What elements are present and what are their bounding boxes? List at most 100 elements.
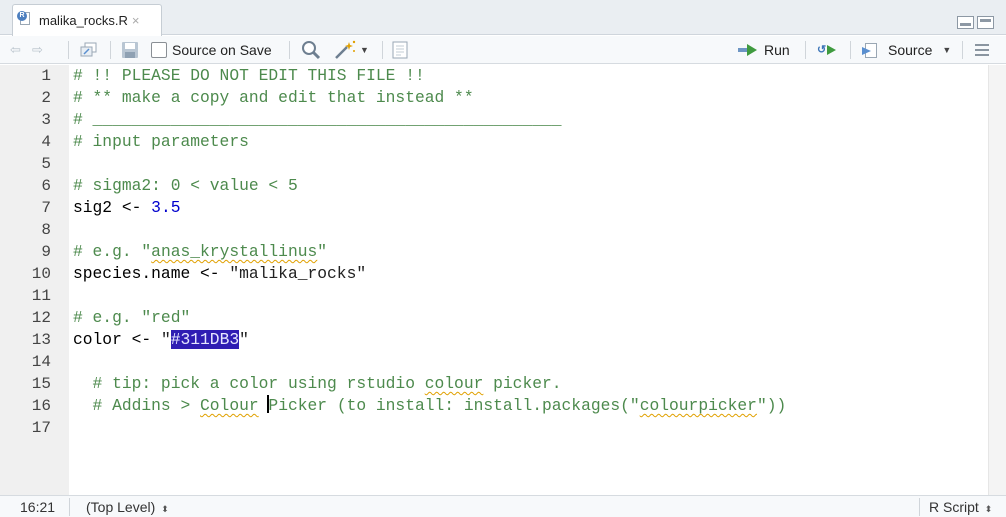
- code-token: # e.g. "red": [73, 308, 191, 327]
- code-text: species.name <- "malika_rocks": [73, 263, 366, 285]
- line-number: 11: [31, 287, 51, 305]
- code-line[interactable]: 2 # ** make a copy and edit that instead …: [0, 87, 988, 109]
- code-line[interactable]: 3 # _____________________________________…: [0, 109, 988, 131]
- code-token: # ______________________________________…: [73, 110, 562, 129]
- code-line[interactable]: 7 sig2 <- 3.5: [0, 197, 988, 219]
- minimize-pane-button[interactable]: [957, 16, 974, 29]
- source-on-save-toggle[interactable]: Source on Save: [151, 36, 272, 64]
- code-line[interactable]: 6 # sigma2: 0 < value < 5: [0, 175, 988, 197]
- run-icon: [738, 44, 760, 56]
- code-line[interactable]: 12 # e.g. "red": [0, 307, 988, 329]
- cursor-position: 16:21: [20, 499, 56, 515]
- selected-text: #311DB3: [170, 330, 240, 349]
- document-outline-button[interactable]: [975, 36, 989, 64]
- file-type-selector[interactable]: R Script ⬍: [929, 496, 992, 517]
- source-dropdown-icon[interactable]: ▼: [942, 45, 951, 55]
- forward-arrow-icon[interactable]: ⇨: [32, 36, 43, 64]
- code-token: colour: [424, 374, 484, 393]
- save-icon[interactable]: [121, 36, 139, 64]
- line-number: 16: [31, 397, 51, 415]
- line-number: 14: [31, 353, 51, 371]
- code-token: # tip: pick a color using rstudio: [73, 374, 425, 393]
- code-token: "malika_rocks": [229, 264, 367, 283]
- code-text: # tip: pick a color using rstudio colour…: [73, 373, 562, 395]
- magic-wand-icon[interactable]: ▼: [333, 36, 369, 64]
- tab-title: malika_rocks.R: [39, 13, 128, 28]
- code-text: sig2 <- 3.5: [73, 197, 180, 219]
- code-line[interactable]: 5: [0, 153, 988, 175]
- code-editor[interactable]: 1 # !! PLEASE DO NOT EDIT THIS FILE !! 2 # …: [0, 65, 1006, 495]
- code-token: # sigma2: 0 < value < 5: [73, 176, 298, 195]
- code-text: # e.g. "anas_krystallinus": [73, 241, 327, 263]
- line-number: 1: [41, 67, 51, 85]
- code-line[interactable]: 4 # input parameters: [0, 131, 988, 153]
- source-on-save-label: Source on Save: [172, 42, 272, 58]
- code-token: Colour: [200, 396, 259, 415]
- code-token: picker.: [483, 374, 562, 393]
- rerun-icon: ↺: [815, 43, 839, 57]
- code-line[interactable]: 8: [0, 219, 988, 241]
- code-token: ")): [756, 396, 787, 415]
- line-number: 5: [41, 155, 51, 173]
- code-line[interactable]: 1 # !! PLEASE DO NOT EDIT THIS FILE !!: [0, 65, 988, 87]
- code-token: 3.5: [151, 198, 181, 217]
- code-line[interactable]: 9 # e.g. "anas_krystallinus": [0, 241, 988, 263]
- file-type-label: R Script: [929, 499, 979, 515]
- back-arrow-icon[interactable]: ⇦: [10, 36, 21, 64]
- code-token: ": [160, 330, 171, 349]
- editor-status-bar: 16:21 (Top Level) ⬍ R Script ⬍: [0, 495, 1006, 517]
- compile-report-icon[interactable]: [392, 36, 408, 64]
- scope-selector[interactable]: (Top Level) ⬍: [86, 496, 169, 517]
- show-in-window-icon[interactable]: [80, 36, 98, 64]
- search-icon[interactable]: [301, 36, 321, 64]
- code-text: # sigma2: 0 < value < 5: [73, 175, 298, 197]
- code-text: # !! PLEASE DO NOT EDIT THIS FILE !!: [73, 65, 425, 87]
- line-number: 7: [41, 199, 51, 217]
- maximize-pane-button[interactable]: [977, 16, 994, 29]
- rerun-button[interactable]: ↺: [815, 36, 839, 64]
- code-line[interactable]: 13 color <- "#311DB3": [0, 329, 988, 351]
- tab-malika-rocks[interactable]: R malika_rocks.R ×: [12, 4, 162, 36]
- source-icon: [862, 42, 882, 58]
- code-text: color <- "#311DB3": [73, 329, 249, 351]
- code-token: # input parameters: [73, 132, 249, 151]
- code-text: # Addins > Colour Picker (to install: in…: [73, 395, 786, 417]
- line-number: 8: [41, 221, 51, 239]
- line-number: 17: [31, 419, 51, 437]
- code-token: ": [317, 242, 328, 261]
- code-line[interactable]: 14: [0, 351, 988, 373]
- source-on-save-checkbox[interactable]: [151, 42, 167, 58]
- code-text: # ______________________________________…: [73, 109, 562, 131]
- source-button[interactable]: Source ▼: [862, 36, 951, 64]
- code-line[interactable]: 16 # Addins > Colour Picker (to install:…: [0, 395, 988, 417]
- line-number: 2: [41, 89, 51, 107]
- pane-window-controls: [957, 16, 994, 29]
- code-token: Picker (to install: install.packages(": [268, 396, 640, 415]
- line-number: 4: [41, 133, 51, 151]
- code-token: # Addins >: [73, 396, 201, 415]
- run-button[interactable]: Run: [738, 36, 790, 64]
- code-line[interactable]: 15 # tip: pick a color using rstudio col…: [0, 373, 988, 395]
- code-token: ": [239, 330, 249, 349]
- line-number: 9: [41, 243, 51, 261]
- close-icon[interactable]: ×: [132, 13, 140, 28]
- code-token: sig2 <-: [73, 198, 152, 217]
- code-line[interactable]: 10 species.name <- "malika_rocks": [0, 263, 988, 285]
- updown-icon: ⬍: [161, 504, 169, 514]
- line-number: 10: [31, 265, 51, 283]
- code-token: # !! PLEASE DO NOT EDIT THIS FILE !!: [73, 66, 425, 85]
- line-number: 12: [31, 309, 51, 327]
- code-token: color <-: [73, 330, 161, 349]
- editor-toolbar: ⇦ ⇨ Source on Save ▼ Run ↺ Source ▼: [0, 36, 1006, 64]
- vertical-scrollbar[interactable]: [988, 65, 1006, 495]
- code-line[interactable]: 17: [0, 417, 988, 439]
- code-token: colourpicker: [639, 396, 757, 415]
- r-file-icon: R: [17, 10, 31, 25]
- code-token: anas_krystallinus: [151, 242, 318, 261]
- code-token: # ** make a copy and edit that instead *…: [73, 88, 474, 107]
- code-text: # ** make a copy and edit that instead *…: [73, 87, 474, 109]
- code-line[interactable]: 11: [0, 285, 988, 307]
- editor-tab-bar: R malika_rocks.R ×: [0, 0, 1006, 36]
- line-number: 6: [41, 177, 51, 195]
- line-number: 3: [41, 111, 51, 129]
